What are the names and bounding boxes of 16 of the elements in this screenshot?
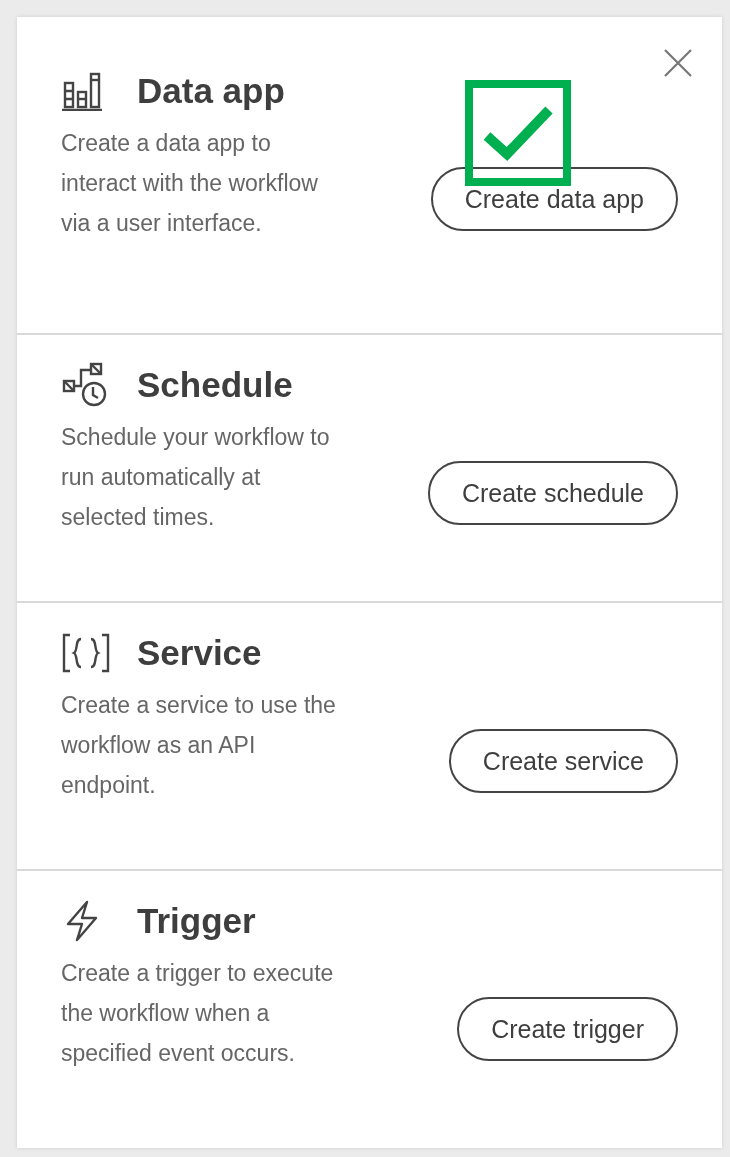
section-title: Data app: [137, 71, 285, 111]
section-title: Service: [137, 633, 262, 673]
checkmark-icon: [465, 80, 571, 186]
section-description: Create a data app to interact with the workflow via a user interface.: [61, 129, 319, 238]
close-icon: [662, 47, 694, 79]
section-description: Create a service to use the workflow as an API endpoint.: [61, 691, 337, 800]
create-button[interactable]: Create trigger: [457, 997, 678, 1061]
create-button[interactable]: Create schedule: [427, 461, 678, 525]
create-button[interactable]: Create data app: [430, 167, 678, 231]
section-description: Schedule your workflow to run automatically at selected times.: [61, 423, 331, 532]
close-button[interactable]: [662, 47, 694, 79]
create-button[interactable]: Create service: [448, 729, 678, 793]
code-brackets-icon: [61, 631, 111, 675]
section-description: Create a trigger to execute the workflow when a specified event occurs.: [61, 959, 335, 1068]
section-title: Trigger: [137, 901, 256, 941]
section-title: Schedule: [137, 365, 293, 405]
